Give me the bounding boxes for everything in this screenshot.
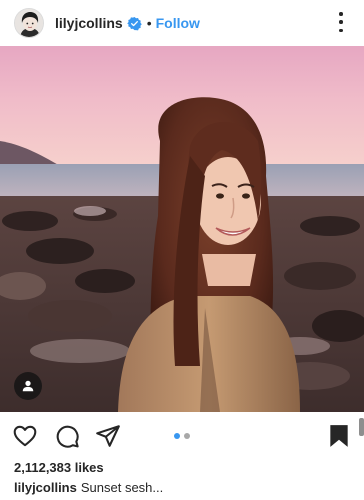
post-username[interactable]: lilyjcollins bbox=[55, 15, 123, 31]
more-dot bbox=[339, 20, 343, 24]
bookmark-icon[interactable] bbox=[326, 423, 352, 449]
more-dot bbox=[339, 28, 343, 32]
post-caption: lilyjcollins Sunset sesh... bbox=[14, 480, 163, 495]
scrollbar[interactable] bbox=[359, 418, 364, 436]
post-photo[interactable] bbox=[0, 46, 364, 412]
post-header: lilyjcollins • Follow bbox=[0, 0, 364, 46]
avatar[interactable] bbox=[14, 8, 44, 38]
user-tag-icon[interactable] bbox=[14, 372, 42, 400]
caption-username[interactable]: lilyjcollins bbox=[14, 480, 77, 495]
heart-icon[interactable] bbox=[12, 423, 38, 449]
post-photo-image bbox=[0, 46, 364, 412]
carousel-dot-active bbox=[174, 433, 180, 439]
more-dot bbox=[339, 12, 343, 16]
follow-button[interactable]: Follow bbox=[156, 15, 200, 31]
post-actions bbox=[0, 412, 364, 458]
verified-badge-icon bbox=[126, 16, 142, 30]
more-options-icon[interactable] bbox=[338, 12, 344, 32]
avatar-image bbox=[15, 9, 43, 37]
comment-icon[interactable] bbox=[54, 423, 80, 449]
user-tag-glyph bbox=[22, 380, 34, 392]
likes-count[interactable]: 2,112,383 likes bbox=[14, 460, 104, 475]
header-separator: • bbox=[146, 15, 152, 31]
carousel-dot bbox=[184, 433, 190, 439]
caption-text: Sunset sesh... bbox=[80, 480, 164, 495]
send-icon[interactable] bbox=[95, 423, 121, 449]
carousel-indicator bbox=[174, 433, 190, 439]
